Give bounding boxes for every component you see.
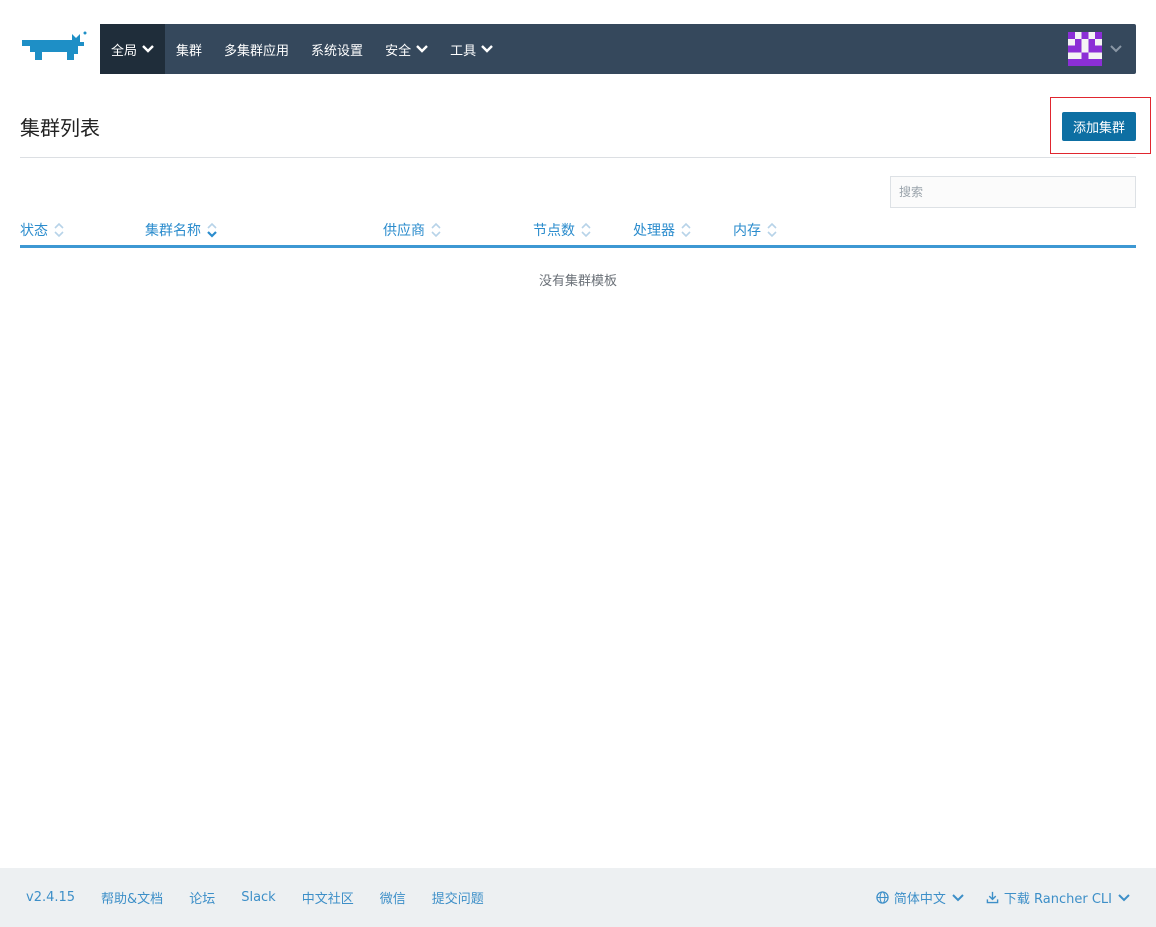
column-header-label: 内存 xyxy=(733,223,761,239)
nav-multi-cluster-apps[interactable]: 多集群应用 xyxy=(213,24,300,74)
chevron-down-icon xyxy=(142,45,154,53)
table-header-divider xyxy=(20,245,1136,248)
column-header-provider[interactable]: 供应商 xyxy=(383,220,441,240)
download-cli-menu[interactable]: 下载 Rancher CLI xyxy=(986,888,1130,907)
column-header-label: 集群名称 xyxy=(145,223,201,239)
language-selector[interactable]: 简体中文 xyxy=(876,888,964,907)
language-label: 简体中文 xyxy=(893,892,946,907)
column-header-node-count[interactable]: 节点数 xyxy=(533,220,591,240)
title-divider xyxy=(20,157,1136,158)
nav-multi-cluster-apps-label: 多集群应用 xyxy=(224,43,290,59)
nav-global[interactable]: 全局 xyxy=(100,24,166,74)
sort-icon xyxy=(681,222,691,238)
nav-global-label: 全局 xyxy=(111,43,138,59)
top-navbar: 全局 集群 多集群应用 系统设置 安全 工具 xyxy=(100,24,1136,74)
sort-desc-icon xyxy=(207,222,217,238)
nav-tools[interactable]: 工具 xyxy=(439,24,504,74)
chevron-down-icon xyxy=(481,45,493,53)
nav-security[interactable]: 安全 xyxy=(374,24,439,74)
rancher-logo[interactable] xyxy=(20,30,88,66)
add-cluster-button[interactable]: 添加集群 xyxy=(1062,112,1136,141)
version-label: v2.4.15 xyxy=(26,890,76,905)
page-title: 集群列表 xyxy=(20,116,100,140)
download-icon xyxy=(986,891,999,904)
globe-icon xyxy=(876,891,889,904)
user-menu[interactable] xyxy=(1068,24,1136,74)
nav-clusters-label: 集群 xyxy=(176,43,203,59)
footer-link-forum[interactable]: 论坛 xyxy=(189,888,215,907)
footer: v2.4.15 帮助&文档 论坛 Slack 中文社区 微信 提交问题 简体中文… xyxy=(0,868,1156,927)
chevron-down-icon xyxy=(416,45,428,53)
download-cli-label: 下载 Rancher CLI xyxy=(1003,892,1112,907)
chevron-down-icon xyxy=(1110,45,1122,53)
sort-icon xyxy=(581,222,591,238)
footer-link-chinese-community[interactable]: 中文社区 xyxy=(302,888,354,907)
column-header-status[interactable]: 状态 xyxy=(20,220,64,240)
chevron-down-icon xyxy=(1118,893,1130,902)
nav-settings[interactable]: 系统设置 xyxy=(300,24,374,74)
nav-clusters[interactable]: 集群 xyxy=(165,24,213,74)
footer-link-help-docs[interactable]: 帮助&文档 xyxy=(101,888,163,907)
footer-link-wechat[interactable]: 微信 xyxy=(380,888,406,907)
footer-link-slack[interactable]: Slack xyxy=(241,890,276,905)
chevron-down-icon xyxy=(952,893,964,902)
column-header-cluster-name[interactable]: 集群名称 xyxy=(145,220,217,240)
sort-icon xyxy=(54,222,64,238)
empty-state-text: 没有集群模板 xyxy=(538,274,617,289)
column-header-label: 节点数 xyxy=(533,223,575,239)
column-header-label: 处理器 xyxy=(633,223,675,239)
column-header-label: 状态 xyxy=(20,223,48,239)
column-header-memory[interactable]: 内存 xyxy=(733,220,777,240)
nav-settings-label: 系统设置 xyxy=(311,43,364,59)
column-header-cpu[interactable]: 处理器 xyxy=(633,220,691,240)
user-avatar-icon xyxy=(1068,32,1102,66)
search-input[interactable] xyxy=(890,176,1136,208)
column-header-label: 供应商 xyxy=(383,223,425,239)
nav-security-label: 安全 xyxy=(385,43,412,59)
footer-link-submit-issue[interactable]: 提交问题 xyxy=(432,888,484,907)
sort-icon xyxy=(431,222,441,238)
sort-icon xyxy=(767,222,777,238)
nav-tools-label: 工具 xyxy=(450,43,477,59)
